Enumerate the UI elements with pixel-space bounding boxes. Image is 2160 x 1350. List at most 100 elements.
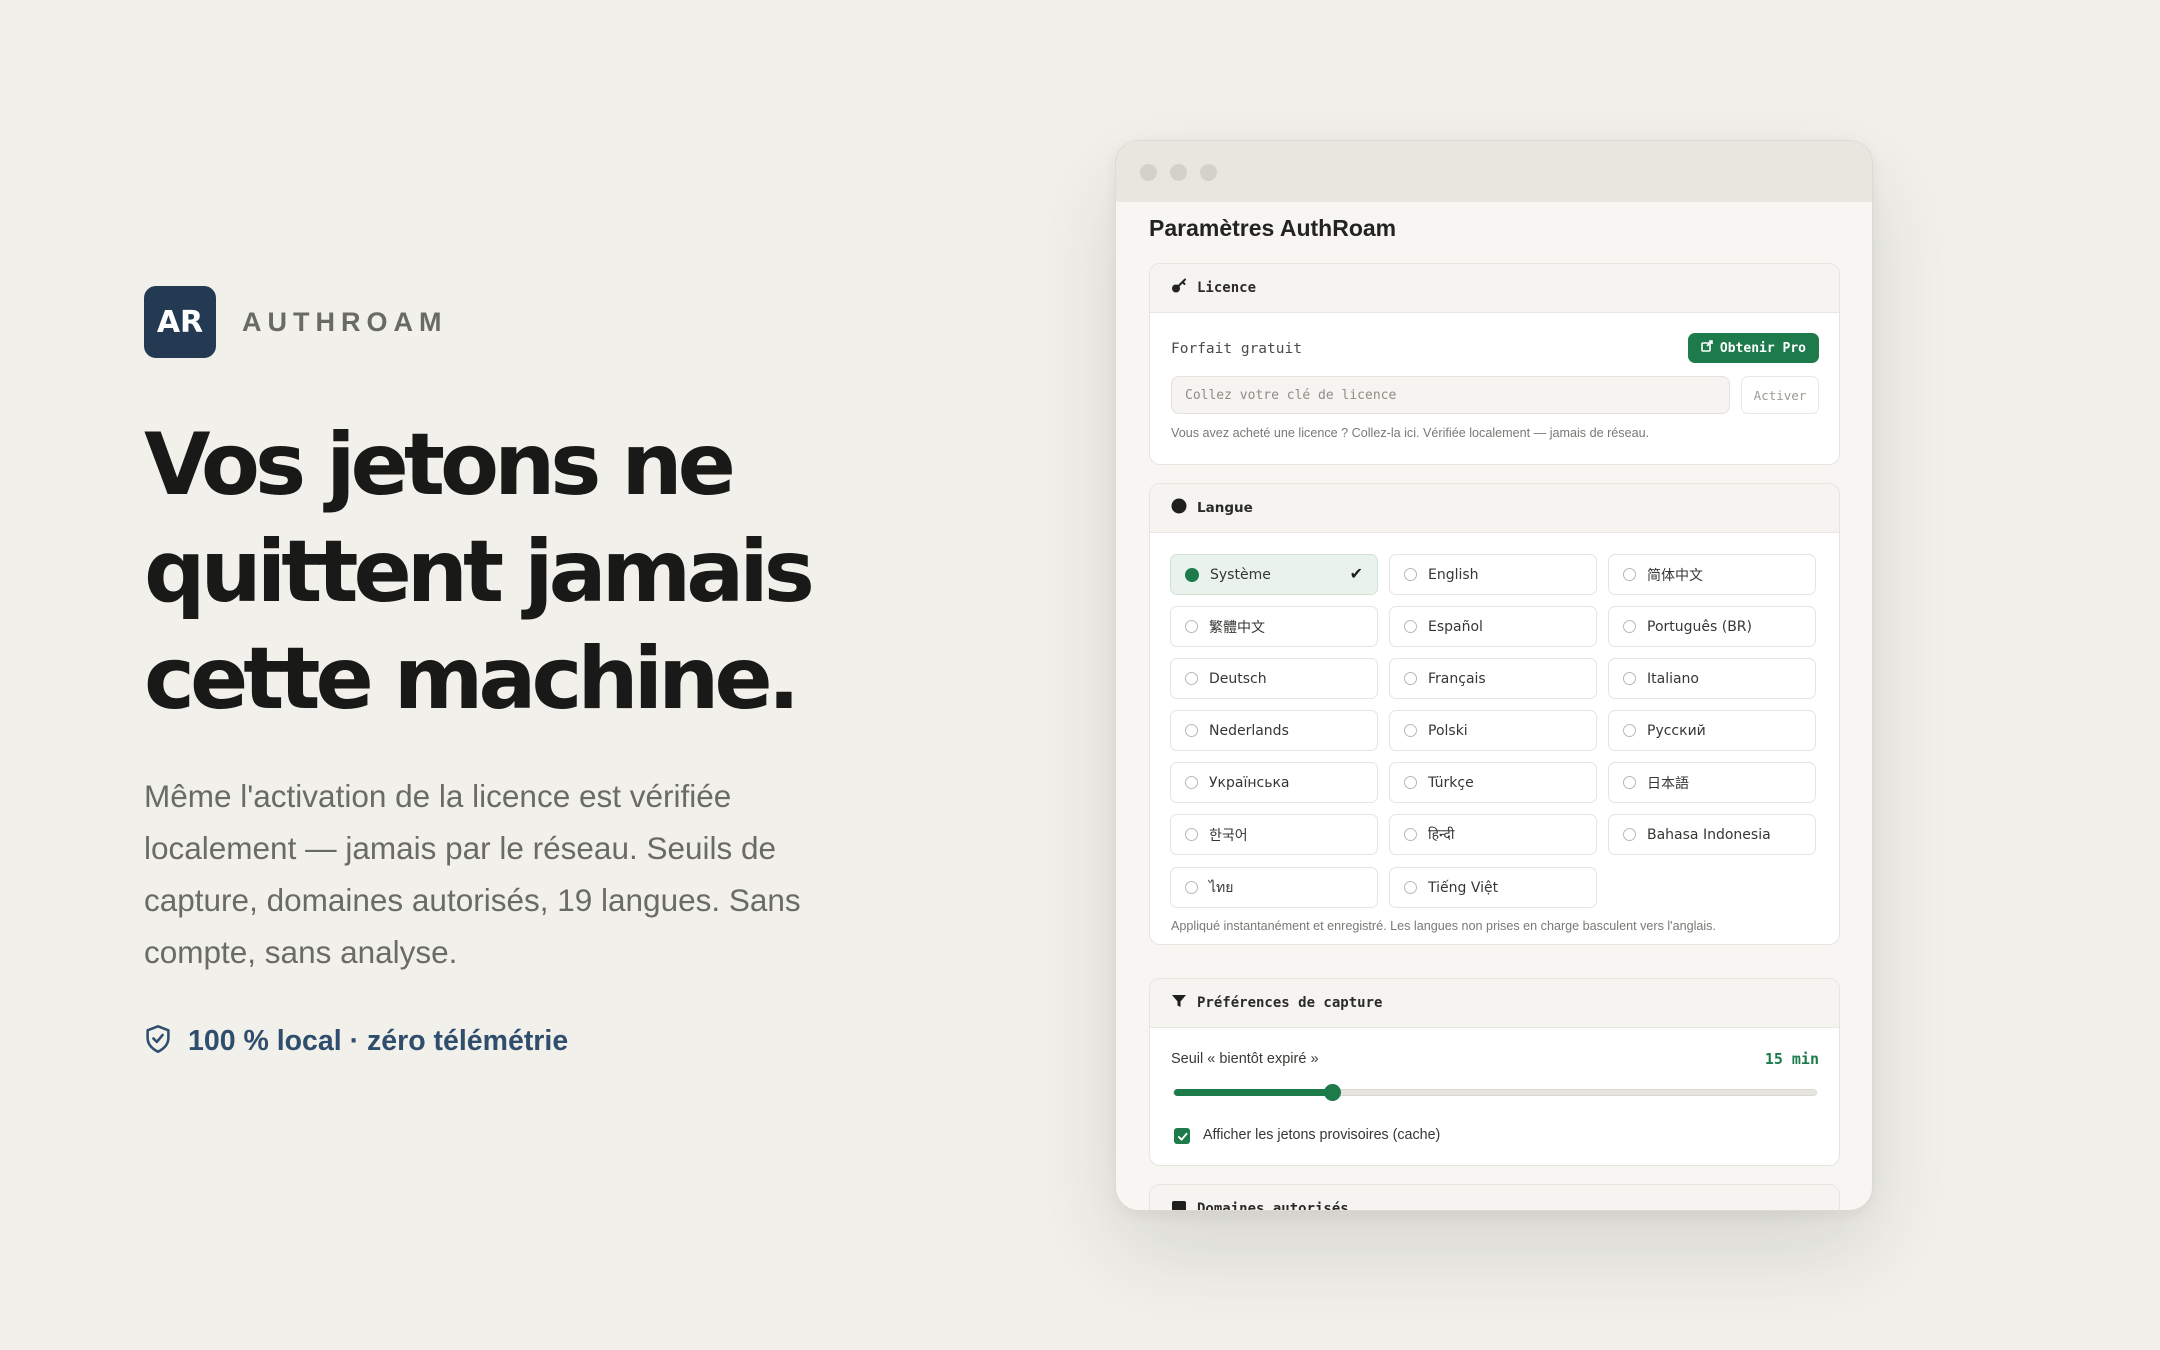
hero-subtitle: Même l'activation de la licence est véri… bbox=[144, 778, 801, 970]
language-option[interactable]: Türkçe bbox=[1389, 762, 1597, 803]
language-option[interactable]: Polski bbox=[1389, 710, 1597, 751]
language-option[interactable]: Tiếng Việt bbox=[1389, 867, 1597, 908]
language-option[interactable]: Nederlands bbox=[1170, 710, 1378, 751]
licence-hint: Vous avez acheté une licence ? Collez-la… bbox=[1171, 426, 1650, 440]
radio-icon bbox=[1185, 776, 1198, 789]
language-option-label: Português (BR) bbox=[1647, 618, 1752, 635]
threshold-label: Seuil « bientôt expiré » bbox=[1171, 1051, 1319, 1067]
check-icon: ✔ bbox=[1349, 566, 1363, 583]
language-option[interactable]: Bahasa Indonesia bbox=[1608, 814, 1816, 855]
provisional-tokens-checkbox[interactable] bbox=[1174, 1128, 1190, 1144]
language-heading: Langue bbox=[1197, 500, 1253, 516]
radio-icon bbox=[1404, 881, 1417, 894]
language-option-label: 简体中文 bbox=[1647, 567, 1703, 584]
get-pro-button[interactable]: Obtenir Pro bbox=[1687, 333, 1819, 363]
settings-window: Paramètres AuthRoam Licence Forfait grat… bbox=[1115, 140, 1873, 1211]
language-option-label: Polski bbox=[1428, 722, 1468, 739]
headline-line: quittent jamais bbox=[144, 522, 815, 622]
language-option[interactable]: 简体中文 bbox=[1608, 554, 1816, 595]
window-title: Paramètres AuthRoam bbox=[1149, 215, 1397, 241]
licence-header: Licence bbox=[1150, 264, 1839, 313]
language-option-label: Tiếng Việt bbox=[1428, 879, 1499, 896]
provisional-tokens-label: Afficher les jetons provisoires (cache) bbox=[1203, 1127, 1441, 1143]
capture-card: Préférences de capture Seuil « bientôt e… bbox=[1149, 978, 1840, 1166]
language-option[interactable]: Français bbox=[1389, 658, 1597, 699]
hero-headline: Vos jetons ne quittent jamais cette mach… bbox=[144, 412, 944, 733]
language-option[interactable]: Русский bbox=[1608, 710, 1816, 751]
language-option[interactable]: हिन्दी bbox=[1389, 814, 1597, 855]
language-option-label: Système bbox=[1210, 566, 1271, 583]
language-option[interactable]: Português (BR) bbox=[1608, 606, 1816, 647]
language-option[interactable]: 繁體中文 bbox=[1170, 606, 1378, 647]
licence-plan: Forfait gratuit bbox=[1171, 341, 1302, 357]
language-option[interactable]: English bbox=[1389, 554, 1597, 595]
activate-button[interactable]: Activer bbox=[1741, 376, 1819, 414]
threshold-slider[interactable] bbox=[1173, 1084, 1817, 1101]
window-minimize-dot[interactable] bbox=[1170, 164, 1187, 181]
headline-line: cette machine. bbox=[144, 629, 800, 729]
language-option[interactable]: Deutsch bbox=[1170, 658, 1378, 699]
domains-header: Domaines autorisés bbox=[1150, 1185, 1839, 1211]
radio-icon bbox=[1404, 724, 1417, 737]
language-option-label: English bbox=[1428, 566, 1479, 583]
shield-check-icon bbox=[144, 1024, 172, 1059]
radio-icon bbox=[1623, 828, 1636, 841]
radio-icon bbox=[1185, 828, 1198, 841]
window-close-dot[interactable] bbox=[1140, 164, 1157, 181]
radio-icon bbox=[1185, 672, 1198, 685]
domains-icon bbox=[1171, 1199, 1187, 1210]
radio-icon bbox=[1623, 568, 1636, 581]
language-option-label: Русский bbox=[1647, 722, 1706, 739]
external-link-icon bbox=[1701, 340, 1713, 356]
slider-fill bbox=[1174, 1089, 1332, 1096]
window-titlebar bbox=[1116, 141, 1872, 202]
language-option-label: 한국어 bbox=[1209, 827, 1248, 844]
language-option-label: Italiano bbox=[1647, 670, 1699, 687]
radio-icon bbox=[1404, 672, 1417, 685]
radio-icon bbox=[1185, 620, 1198, 633]
radio-icon bbox=[1185, 881, 1198, 894]
language-option-label: Français bbox=[1428, 670, 1486, 687]
domains-card: Domaines autorisés bbox=[1149, 1184, 1840, 1211]
radio-icon bbox=[1623, 620, 1636, 633]
language-option[interactable]: Système ✔ bbox=[1170, 554, 1378, 595]
licence-key-input[interactable] bbox=[1171, 376, 1730, 414]
language-header: Langue bbox=[1150, 484, 1839, 533]
threshold-value: 15 min bbox=[1764, 1050, 1819, 1068]
language-option-label: Türkçe bbox=[1428, 774, 1474, 791]
language-card: Langue Système ✔ English 简体中文繁體中文 Español Por… bbox=[1149, 483, 1840, 945]
language-option[interactable]: 日本語 bbox=[1608, 762, 1816, 803]
domains-heading: Domaines autorisés bbox=[1197, 1201, 1349, 1211]
language-hint: Appliqué instantanément et enregistré. L… bbox=[1171, 919, 1716, 933]
capture-header: Préférences de capture bbox=[1150, 979, 1839, 1028]
radio-icon bbox=[1185, 724, 1198, 737]
radio-icon bbox=[1404, 568, 1417, 581]
radio-icon bbox=[1404, 776, 1417, 789]
radio-icon bbox=[1623, 724, 1636, 737]
language-option-label: Español bbox=[1428, 618, 1483, 635]
capture-heading: Préférences de capture bbox=[1197, 995, 1383, 1011]
language-option-label: 日本語 bbox=[1647, 775, 1689, 792]
licence-card: Licence Forfait gratuit Obtenir Pro Acti… bbox=[1149, 263, 1840, 465]
brand-name: AUTHROAM bbox=[242, 306, 448, 337]
language-option[interactable]: Español bbox=[1389, 606, 1597, 647]
language-option[interactable]: 한국어 bbox=[1170, 814, 1378, 855]
language-option[interactable]: Italiano bbox=[1608, 658, 1816, 699]
language-option-label: हिन्दी bbox=[1428, 827, 1455, 843]
key-icon bbox=[1171, 278, 1187, 299]
slider-thumb[interactable] bbox=[1323, 1084, 1341, 1101]
window-zoom-dot[interactable] bbox=[1200, 164, 1217, 181]
radio-icon bbox=[1404, 828, 1417, 841]
language-option[interactable]: Українська bbox=[1170, 762, 1378, 803]
radio-icon bbox=[1623, 776, 1636, 789]
radio-icon bbox=[1404, 620, 1417, 633]
headline-line: Vos jetons ne bbox=[144, 415, 736, 515]
brand: AR AUTHROAM bbox=[144, 286, 447, 358]
language-option[interactable]: ไทย bbox=[1170, 867, 1378, 908]
language-option-label: 繁體中文 bbox=[1209, 619, 1265, 636]
language-option-label: Українська bbox=[1209, 774, 1290, 791]
language-option-label: Deutsch bbox=[1209, 670, 1267, 687]
globe-icon bbox=[1171, 498, 1187, 519]
get-pro-label: Obtenir Pro bbox=[1719, 340, 1806, 356]
radio-icon bbox=[1623, 672, 1636, 685]
